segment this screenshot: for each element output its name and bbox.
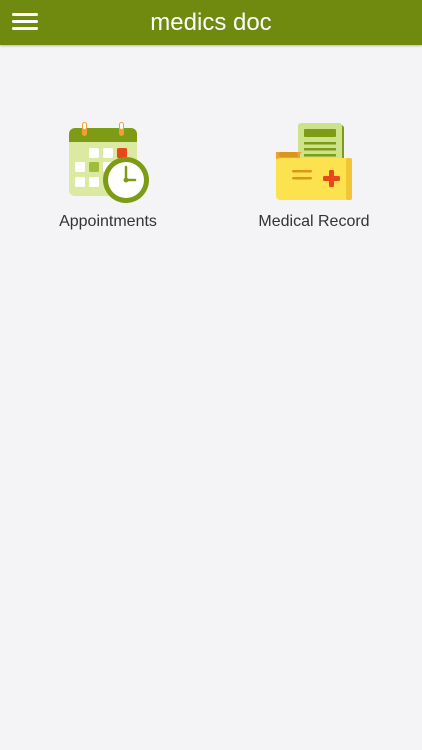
appointments-label: Appointments	[59, 213, 157, 230]
appointments-tile[interactable]: Appointments	[5, 118, 211, 238]
medical-record-label: Medical Record	[258, 213, 370, 230]
app-title: medics doc	[150, 9, 272, 36]
medical-folder-icon	[276, 123, 352, 200]
calendar-clock-icon	[69, 122, 149, 203]
app-bar: medics doc	[0, 0, 422, 45]
medical-record-tile[interactable]: Medical Record	[211, 118, 417, 238]
